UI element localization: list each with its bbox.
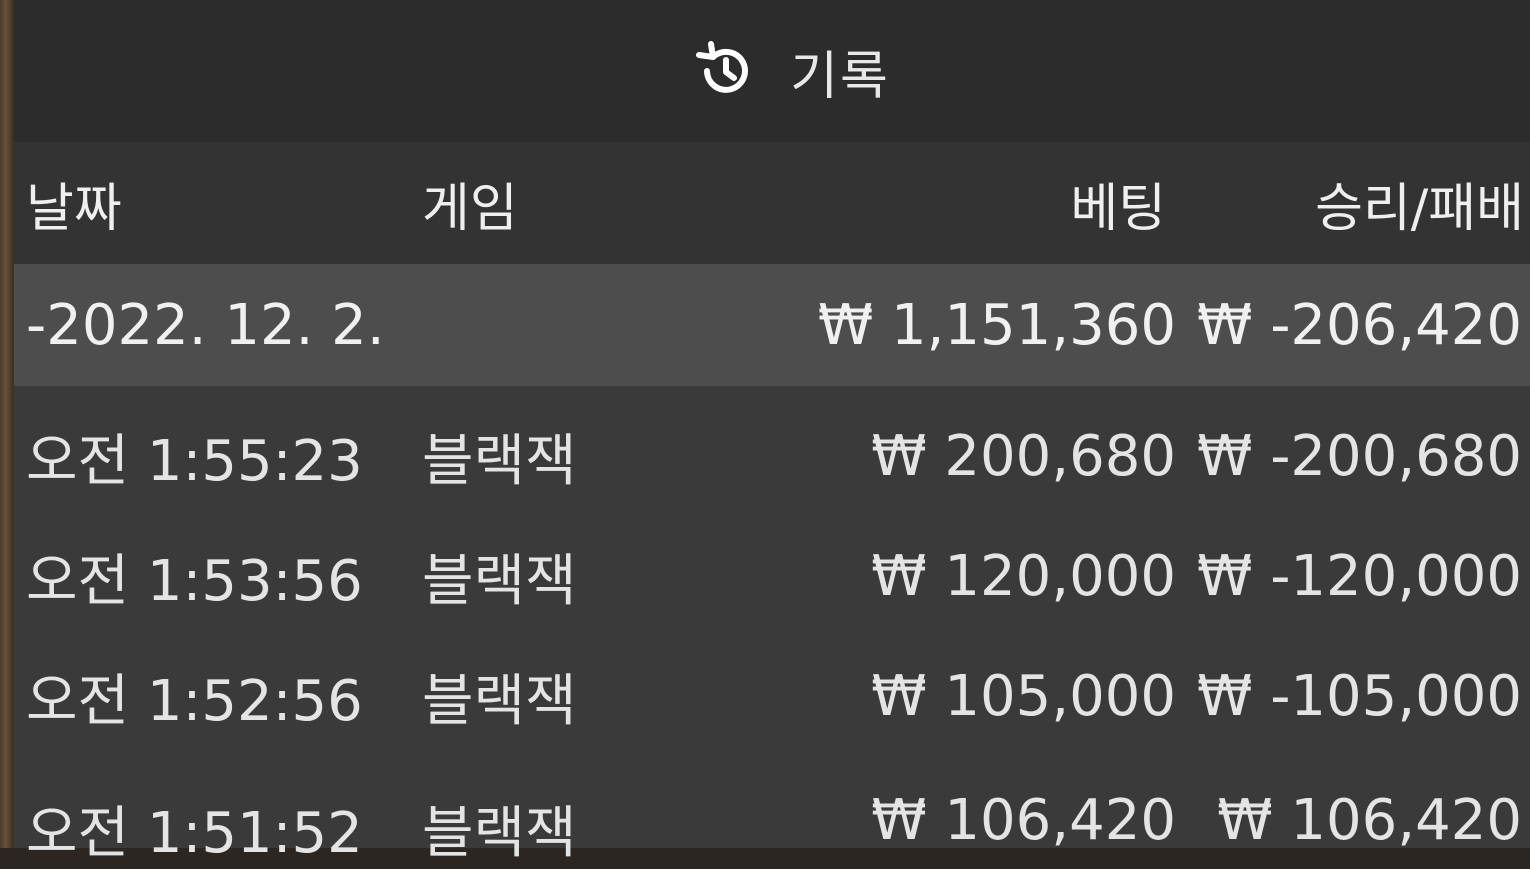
row-result: ₩ -105,000 (1197, 663, 1522, 729)
row-game: 블랙잭 (422, 428, 577, 494)
row-time: 오전 1:52:56 (26, 668, 363, 734)
summary-result-total: ₩ -206,420 (1197, 292, 1522, 358)
row-game: 블랙잭 (422, 801, 577, 866)
row-result: ₩ -200,680 (1197, 423, 1522, 489)
row-game: 블랙잭 (422, 668, 577, 734)
column-header-bet[interactable]: 베팅 (1070, 142, 1166, 264)
summary-bet-total: ₩ 1,151,360 (817, 292, 1176, 358)
column-header-game[interactable]: 게임 (422, 142, 518, 264)
background-artwork-edge (0, 0, 14, 848)
column-header-date[interactable]: 날짜 (26, 142, 122, 264)
table-row[interactable]: 오전 1:51:52 블랙잭 ₩ 106,420 ₩ 106,420 (14, 756, 1530, 866)
row-time: 오전 1:55:23 (26, 428, 363, 494)
row-bet: ₩ 120,000 (871, 543, 1176, 609)
row-time: 오전 1:53:56 (26, 548, 363, 614)
history-title-bar: 기록 (14, 0, 1530, 142)
row-bet: ₩ 106,420 (871, 788, 1176, 853)
history-panel: 기록 날짜 게임 베팅 승리/패배 -2022. 12. 2. ₩ 1,151,… (14, 0, 1530, 866)
summary-date: -2022. 12. 2. (26, 292, 385, 358)
row-time: 오전 1:51:52 (26, 801, 363, 866)
table-header: 날짜 게임 베팅 승리/패배 (14, 142, 1530, 264)
row-result: ₩ 106,420 (1217, 788, 1522, 853)
history-icon (694, 40, 756, 102)
row-bet: ₩ 105,000 (871, 663, 1176, 729)
row-game: 블랙잭 (422, 548, 577, 614)
table-row[interactable]: 오전 1:52:56 블랙잭 ₩ 105,000 ₩ -105,000 (14, 636, 1530, 756)
table-row[interactable]: 오전 1:53:56 블랙잭 ₩ 120,000 ₩ -120,000 (14, 516, 1530, 636)
table-row[interactable]: 오전 1:55:23 블랙잭 ₩ 200,680 ₩ -200,680 (14, 396, 1530, 516)
column-header-result[interactable]: 승리/패배 (1315, 142, 1524, 264)
row-result: ₩ -120,000 (1197, 543, 1522, 609)
history-title: 기록 (694, 34, 890, 109)
date-summary-row[interactable]: -2022. 12. 2. ₩ 1,151,360 ₩ -206,420 (14, 264, 1530, 386)
history-title-text: 기록 (790, 46, 890, 107)
row-bet: ₩ 200,680 (871, 423, 1176, 489)
